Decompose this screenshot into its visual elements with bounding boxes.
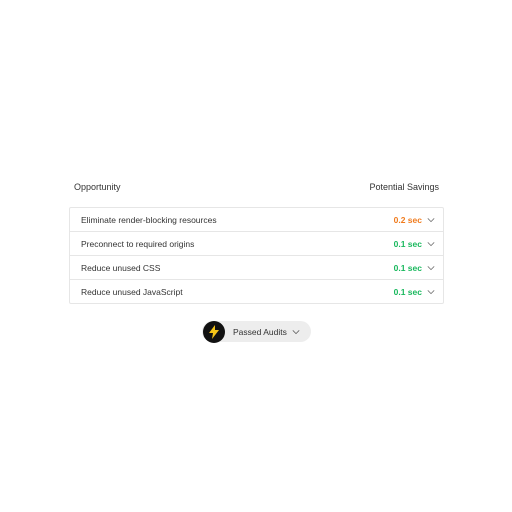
lightning-bolt-icon	[203, 320, 225, 343]
savings-group: 0.1 sec	[394, 263, 435, 273]
savings-value: 0.1 sec	[393, 238, 422, 249]
opportunity-label: Reduce unused JavaScript	[81, 286, 183, 297]
opportunity-row-unused-css[interactable]: Reduce unused CSS 0.1 sec	[70, 255, 443, 279]
chevron-down-icon[interactable]	[427, 264, 435, 272]
chevron-down-icon[interactable]	[427, 288, 435, 296]
savings-group: 0.1 sec	[394, 287, 435, 297]
savings-value: 0.1 sec	[393, 262, 422, 273]
opportunities-panel: Opportunity Potential Savings Eliminate …	[69, 176, 444, 304]
table-header: Opportunity Potential Savings	[69, 176, 444, 198]
opportunity-row-preconnect[interactable]: Preconnect to required origins 0.1 sec	[70, 231, 443, 255]
opportunity-label: Eliminate render-blocking resources	[81, 214, 217, 225]
bolt-glyph	[209, 324, 219, 339]
savings-value: 0.2 sec	[393, 214, 422, 225]
opportunity-column-header: Opportunity	[74, 182, 121, 192]
potential-savings-column-header: Potential Savings	[369, 182, 439, 192]
savings-group: 0.1 sec	[394, 239, 435, 249]
opportunity-row-unused-js[interactable]: Reduce unused JavaScript 0.1 sec	[70, 279, 443, 303]
chevron-down-icon	[292, 329, 300, 334]
opportunity-label: Reduce unused CSS	[81, 262, 161, 273]
savings-group: 0.2 sec	[394, 215, 435, 225]
chevron-down-icon[interactable]	[427, 216, 435, 224]
chevron-down-icon[interactable]	[427, 240, 435, 248]
opportunities-table: Eliminate render-blocking resources 0.2 …	[69, 207, 444, 304]
passed-audits-label: Passed Audits	[233, 326, 287, 337]
opportunity-row-render-blocking[interactable]: Eliminate render-blocking resources 0.2 …	[70, 208, 443, 231]
opportunity-label: Preconnect to required origins	[81, 238, 195, 249]
passed-audits-button[interactable]: Passed Audits	[202, 320, 311, 343]
savings-value: 0.1 sec	[393, 286, 422, 297]
